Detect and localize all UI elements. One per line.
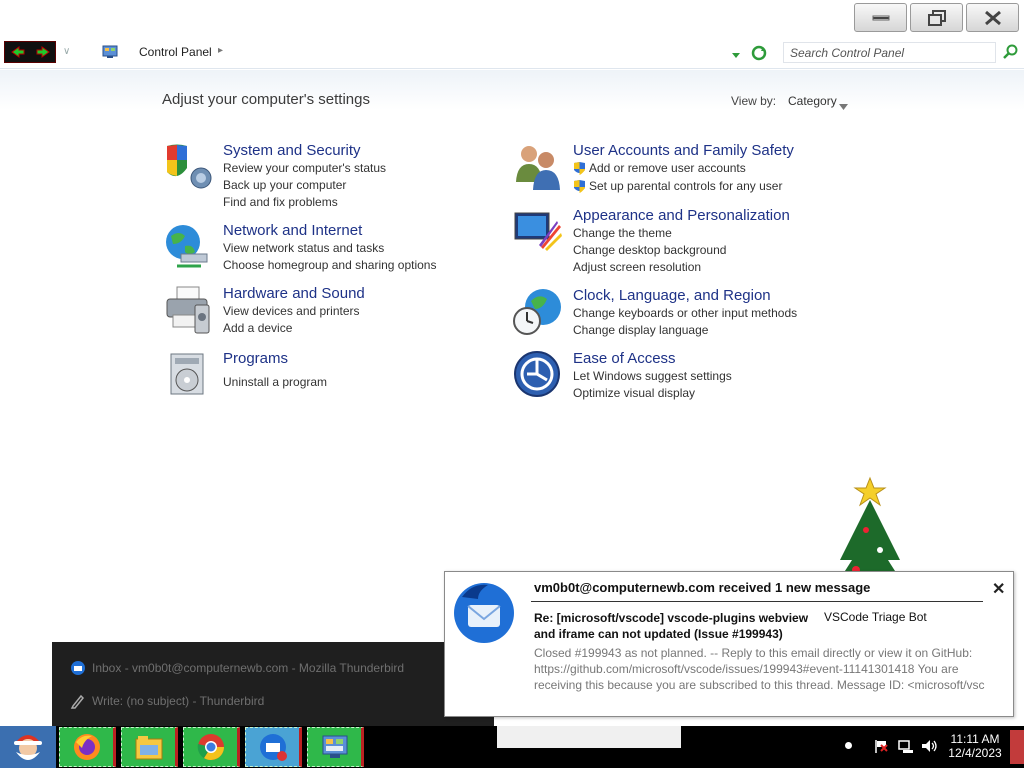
notification-subject: Re: [microsoft/vscode] vscode-plugins we… [534, 611, 809, 641]
restore-icon [927, 9, 946, 26]
firefox-icon [73, 734, 100, 760]
category-title[interactable]: User Accounts and Family Safety [573, 142, 794, 159]
category-link[interactable]: Set up parental controls for any user [573, 179, 782, 193]
minimize-button[interactable] [854, 3, 907, 32]
category-link[interactable]: Change keyboards or other input methods [573, 306, 797, 320]
thunderbird-icon [259, 734, 287, 761]
taskbar-clock[interactable]: 11:11 AM 12/4/2023 [944, 732, 1006, 760]
breadcrumb-control-panel[interactable]: Control Panel [139, 45, 212, 59]
ease-of-access-icon [514, 351, 560, 397]
thunderbird-icon [454, 583, 514, 643]
volume-icon[interactable] [920, 738, 938, 754]
view-by-dropdown[interactable]: Category [788, 94, 837, 108]
clock-date: 12/4/2023 [948, 746, 1002, 760]
taskbar: 11:11 AM 12/4/2023 [0, 726, 1024, 768]
taskbar-thunderbird[interactable] [245, 727, 302, 767]
notification-body: Closed #199943 as not planned. -- Reply … [534, 646, 985, 692]
network-icon[interactable] [897, 738, 915, 754]
breadcrumb-chevron-icon[interactable]: ▸ [218, 45, 223, 56]
category-title[interactable]: Hardware and Sound [223, 285, 365, 302]
notification-dot-icon[interactable] [845, 742, 852, 749]
back-arrow-icon [10, 46, 24, 58]
jump-list-item-label: Inbox - vm0b0t@computernewb.com - Mozill… [92, 661, 405, 675]
category-link[interactable]: Back up your computer [223, 178, 346, 192]
back-button[interactable] [5, 42, 30, 62]
notification-heading: vm0b0t@computernewb.com received 1 new m… [534, 580, 871, 595]
category-link-text: Add or remove user accounts [589, 161, 746, 175]
notification-sender: VSCode Triage Bot [824, 610, 927, 624]
show-desktop-button[interactable] [1010, 730, 1024, 764]
category-link-text: Set up parental controls for any user [589, 179, 783, 193]
globe-network-icon [166, 225, 208, 268]
search-icon[interactable] [1003, 44, 1018, 64]
navigation-buttons [4, 41, 56, 63]
taskbar-control-panel[interactable] [307, 727, 364, 767]
taskbar-chrome[interactable] [183, 727, 240, 767]
action-center-flag-icon[interactable] [873, 738, 889, 754]
printer-icon [166, 286, 210, 334]
santa-start-icon [14, 735, 42, 760]
forward-button[interactable] [30, 42, 55, 62]
control-panel-icon [322, 735, 347, 758]
programs-icon [170, 353, 204, 395]
jump-list-item-label: Write: (no subject) - Thunderbird [92, 694, 265, 708]
clock-time: 11:11 AM [950, 732, 1000, 746]
taskbar-thumbnail-list: Inbox - vm0b0t@computernewb.com - Mozill… [52, 642, 494, 726]
close-icon [984, 10, 1001, 25]
monitor-paint-icon [514, 212, 562, 251]
category-link[interactable]: Uninstall a program [223, 375, 327, 389]
category-link[interactable]: Optimize visual display [573, 386, 695, 400]
close-notification-button[interactable]: ✕ [992, 579, 1005, 599]
uac-shield-icon [574, 162, 585, 175]
category-title[interactable]: Clock, Language, and Region [573, 287, 771, 304]
control-panel-breadcrumb-icon [102, 45, 118, 64]
users-icon [516, 146, 560, 190]
category-link[interactable]: Review your computer's status [223, 161, 386, 175]
uac-shield-icon [574, 180, 585, 193]
notification-divider [531, 601, 983, 602]
file-explorer-icon [135, 736, 162, 760]
page-title: Adjust your computer's settings [162, 91, 370, 108]
address-bar: ∨ Control Panel ▸ Search Control Panel [0, 36, 1024, 69]
category-link[interactable]: View devices and printers [223, 304, 360, 318]
address-dropdown-icon[interactable] [731, 46, 741, 64]
taskbar-gap [497, 726, 681, 748]
category-link[interactable]: Let Windows suggest settings [573, 369, 732, 383]
thunderbird-icon [71, 661, 85, 675]
category-link[interactable]: Find and fix problems [223, 195, 338, 209]
category-link[interactable]: Choose homegroup and sharing options [223, 258, 436, 272]
taskbar-firefox[interactable] [59, 727, 116, 767]
category-title[interactable]: Appearance and Personalization [573, 207, 790, 224]
forward-arrow-icon [36, 46, 50, 58]
category-link[interactable]: Change display language [573, 323, 708, 337]
category-link[interactable]: Add a device [223, 321, 292, 335]
category-link[interactable]: View network status and tasks [223, 241, 384, 255]
pencil-icon [70, 694, 85, 709]
recent-pages-dropdown[interactable]: ∨ [63, 46, 70, 57]
category-link[interactable]: Change desktop background [573, 243, 726, 257]
title-bar [0, 0, 1024, 36]
category-title[interactable]: Ease of Access [573, 350, 676, 367]
search-input[interactable]: Search Control Panel [783, 42, 996, 63]
category-link[interactable]: Add or remove user accounts [573, 161, 746, 175]
refresh-icon[interactable] [751, 45, 767, 66]
chrome-icon [197, 734, 224, 761]
shield-icon [167, 144, 212, 189]
chevron-down-icon[interactable] [839, 97, 848, 115]
close-window-button[interactable] [966, 3, 1019, 32]
category-title[interactable]: Network and Internet [223, 222, 362, 239]
restore-button[interactable] [910, 3, 963, 32]
minimize-icon [872, 15, 889, 20]
new-mail-notification[interactable]: vm0b0t@computernewb.com received 1 new m… [444, 571, 1014, 717]
clock-globe-icon [513, 289, 561, 335]
category-link[interactable]: Adjust screen resolution [573, 260, 701, 274]
category-title[interactable]: Programs [223, 350, 288, 367]
view-by-label: View by: [731, 94, 777, 108]
category-title[interactable]: System and Security [223, 142, 361, 159]
taskbar-file-explorer[interactable] [121, 727, 178, 767]
category-link[interactable]: Change the theme [573, 226, 672, 240]
start-button[interactable] [0, 726, 56, 768]
